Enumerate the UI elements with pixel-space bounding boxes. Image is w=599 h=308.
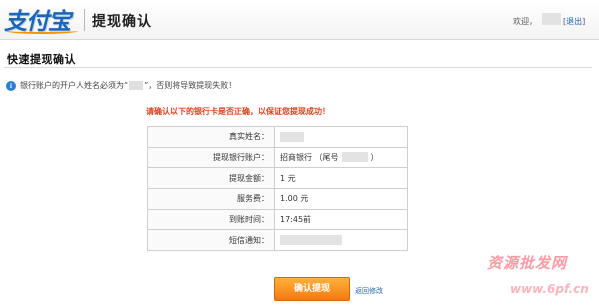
fee-value: 1.00 元: [274, 187, 408, 210]
section-title: 快速提现确认: [7, 53, 76, 66]
amount-value: 1 元: [274, 167, 408, 189]
notice-prefix: 银行账户的开户人姓名必须为“: [20, 81, 129, 90]
amount-label: 提现金额：: [147, 167, 275, 189]
confirm-withdraw-button[interactable]: 确认提现: [274, 277, 350, 301]
table-row: 到账时间： 17:45前: [147, 208, 408, 231]
logo-swoosh-icon: [6, 28, 78, 34]
fee-label: 服务费：: [147, 187, 275, 210]
bank-suffix: ）: [370, 152, 379, 162]
masked-value: [280, 131, 304, 142]
header-divider: [84, 9, 85, 31]
table-row: 提现金额： 1 元: [147, 167, 408, 189]
watermark-url: www.6pf.cn: [510, 282, 589, 296]
section-divider: [4, 67, 592, 68]
notice-suffix: ”，否则将导致提现失败！: [144, 81, 237, 90]
logout-label[interactable]: 退出: [566, 17, 582, 26]
bank-account-label: 提现银行账户：: [147, 146, 275, 169]
alipay-logo[interactable]: 支付宝: [4, 4, 78, 34]
masked-value: [280, 235, 342, 246]
arrival-time-label: 到账时间：: [147, 208, 275, 231]
back-to-edit-link[interactable]: 返回修改: [355, 286, 383, 296]
masked-value: [341, 152, 368, 163]
watermark-title: 资源批发网: [487, 254, 568, 272]
confirm-warning: 请确认以下的银行卡是否正确，以保证您提现成功！: [146, 107, 330, 116]
sms-notice-value: [274, 229, 408, 251]
account-name-masked: [129, 81, 144, 90]
table-row: 真实姓名：: [147, 126, 408, 148]
logout-link[interactable]: [退出]: [563, 16, 585, 27]
real-name-label: 真实姓名：: [147, 126, 275, 148]
table-row: 短信通知：: [147, 229, 408, 251]
table-row: 提现银行账户： 招商银行 （尾号 ）: [147, 146, 408, 169]
sms-notice-label: 短信通知：: [147, 229, 275, 251]
info-icon: i: [6, 80, 16, 91]
table-row: 服务费： 1.00 元: [147, 187, 408, 210]
arrival-time-value: 17:45前: [274, 208, 408, 231]
real-name-value: [274, 126, 408, 148]
bank-name: 招商银行 （尾号: [280, 152, 339, 162]
top-header: 支付宝 提现确认 欢迎， [退出]: [0, 0, 599, 40]
withdraw-details-table: 真实姓名： 提现银行账户： 招商银行 （尾号 ） 提现金额： 1 元 服务费： 1…: [147, 126, 408, 251]
welcome-text: 欢迎，: [513, 17, 537, 26]
account-name-notice: i 银行账户的开户人姓名必须为“ ”，否则将导致提现失败！: [6, 80, 236, 91]
username-masked: [542, 13, 561, 25]
page-title: 提现确认: [92, 14, 152, 30]
bank-account-value: 招商银行 （尾号 ）: [274, 146, 408, 169]
